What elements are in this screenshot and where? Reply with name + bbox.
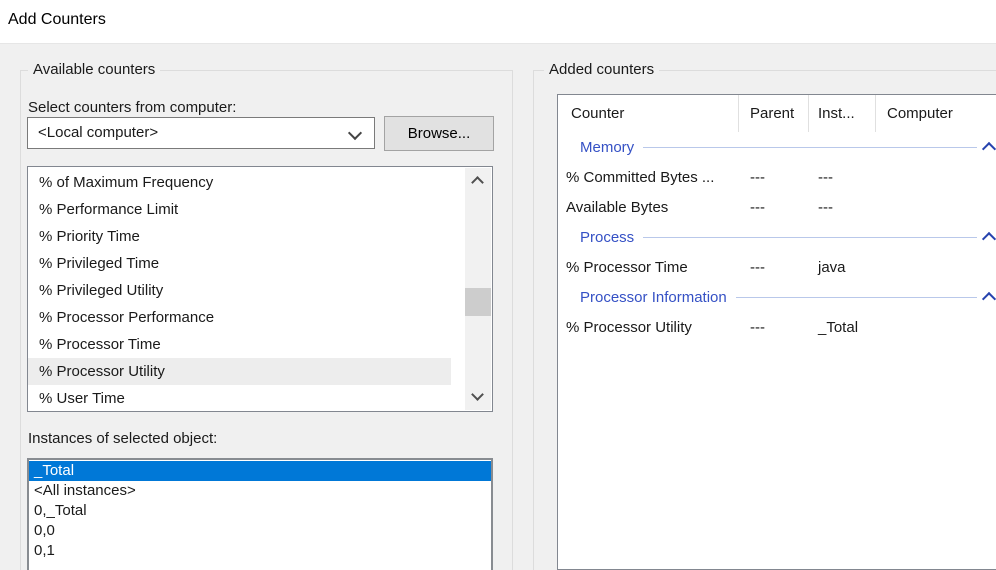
titlebar: Add Counters xyxy=(0,0,996,43)
group-rule-line xyxy=(736,297,977,298)
added-counters-group-label: Added counters xyxy=(544,61,659,78)
cell-counter: % Processor Utility xyxy=(558,319,739,336)
instance-list-item[interactable]: 0,0 xyxy=(29,521,491,541)
counter-list-item[interactable]: % Privileged Utility xyxy=(28,277,451,304)
cell-instance: java xyxy=(809,259,876,276)
instance-list-item-selected[interactable]: _Total xyxy=(29,461,491,481)
chevron-down-icon[interactable] xyxy=(348,126,362,140)
counters-listbox-items: % of Maximum Frequency % Performance Lim… xyxy=(28,169,464,412)
collapse-chevron-icon[interactable] xyxy=(982,232,996,246)
browse-button[interactable]: Browse... xyxy=(384,116,494,151)
scroll-down-icon xyxy=(471,388,484,401)
collapse-chevron-icon[interactable] xyxy=(982,292,996,306)
cell-counter: % Processor Time xyxy=(558,259,739,276)
cell-parent: --- xyxy=(739,199,809,216)
table-row[interactable]: % Processor Time --- java xyxy=(558,252,996,282)
table-row[interactable]: % Committed Bytes ... --- --- xyxy=(558,162,996,192)
added-counters-table: Counter Parent Inst... Computer Memory %… xyxy=(557,94,996,570)
instance-list-item[interactable]: <All instances> xyxy=(29,481,491,501)
group-rule-line xyxy=(643,147,977,148)
counter-list-item[interactable]: % Privileged Time xyxy=(28,250,451,277)
cell-counter: Available Bytes xyxy=(558,199,739,216)
group-name: Memory xyxy=(580,139,634,156)
cell-parent: --- xyxy=(739,169,809,186)
computer-combobox[interactable]: <Local computer> xyxy=(27,117,375,149)
counters-scrollbar[interactable] xyxy=(465,168,491,410)
group-name: Processor Information xyxy=(580,289,727,306)
group-row-process: Process xyxy=(558,222,996,252)
counter-list-item[interactable]: % User Time xyxy=(28,385,451,412)
scroll-up-icon xyxy=(471,176,484,189)
computer-combobox-value: <Local computer> xyxy=(38,124,158,141)
counter-list-item[interactable]: % Processor Time xyxy=(28,331,451,358)
instance-list-item[interactable]: 0,1 xyxy=(29,541,491,561)
scroll-down-button[interactable] xyxy=(465,384,491,410)
instances-listbox[interactable]: _Total <All instances> 0,_Total 0,0 0,1 xyxy=(27,458,493,570)
cell-instance: --- xyxy=(809,169,876,186)
instances-label: Instances of selected object: xyxy=(28,430,217,447)
group-row-processor-information: Processor Information xyxy=(558,282,996,312)
group-row-memory: Memory xyxy=(558,132,996,162)
counters-listbox[interactable]: % of Maximum Frequency % Performance Lim… xyxy=(27,166,493,412)
cell-counter: % Committed Bytes ... xyxy=(558,169,739,186)
column-header-instance[interactable]: Inst... xyxy=(809,95,876,132)
cell-parent: --- xyxy=(739,259,809,276)
instance-list-item[interactable]: 0,_Total xyxy=(29,501,491,521)
group-rule-line xyxy=(643,237,977,238)
available-counters-group-label: Available counters xyxy=(28,61,160,78)
table-row[interactable]: % Processor Utility --- _Total xyxy=(558,312,996,342)
table-row[interactable]: Available Bytes --- --- xyxy=(558,192,996,222)
column-header-computer[interactable]: Computer xyxy=(876,95,996,132)
cell-parent: --- xyxy=(739,319,809,336)
group-name: Process xyxy=(580,229,634,246)
counter-list-item[interactable]: % of Maximum Frequency xyxy=(28,169,451,196)
counter-list-item-highlighted[interactable]: % Processor Utility xyxy=(28,358,451,385)
cell-instance: --- xyxy=(809,199,876,216)
column-header-parent[interactable]: Parent xyxy=(739,95,809,132)
select-computer-label: Select counters from computer: xyxy=(28,99,236,116)
add-counters-dialog: Add Counters Available counters Select c… xyxy=(0,0,996,570)
column-header-counter[interactable]: Counter xyxy=(558,95,739,132)
scrollbar-thumb[interactable] xyxy=(465,288,491,316)
counter-list-item[interactable]: % Processor Performance xyxy=(28,304,451,331)
counter-list-item[interactable]: % Performance Limit xyxy=(28,196,451,223)
collapse-chevron-icon[interactable] xyxy=(982,142,996,156)
cell-instance: _Total xyxy=(809,319,876,336)
dialog-title: Add Counters xyxy=(8,11,106,29)
scroll-up-button[interactable] xyxy=(465,168,491,194)
counter-list-item[interactable]: % Priority Time xyxy=(28,223,451,250)
table-header: Counter Parent Inst... Computer xyxy=(558,95,996,132)
